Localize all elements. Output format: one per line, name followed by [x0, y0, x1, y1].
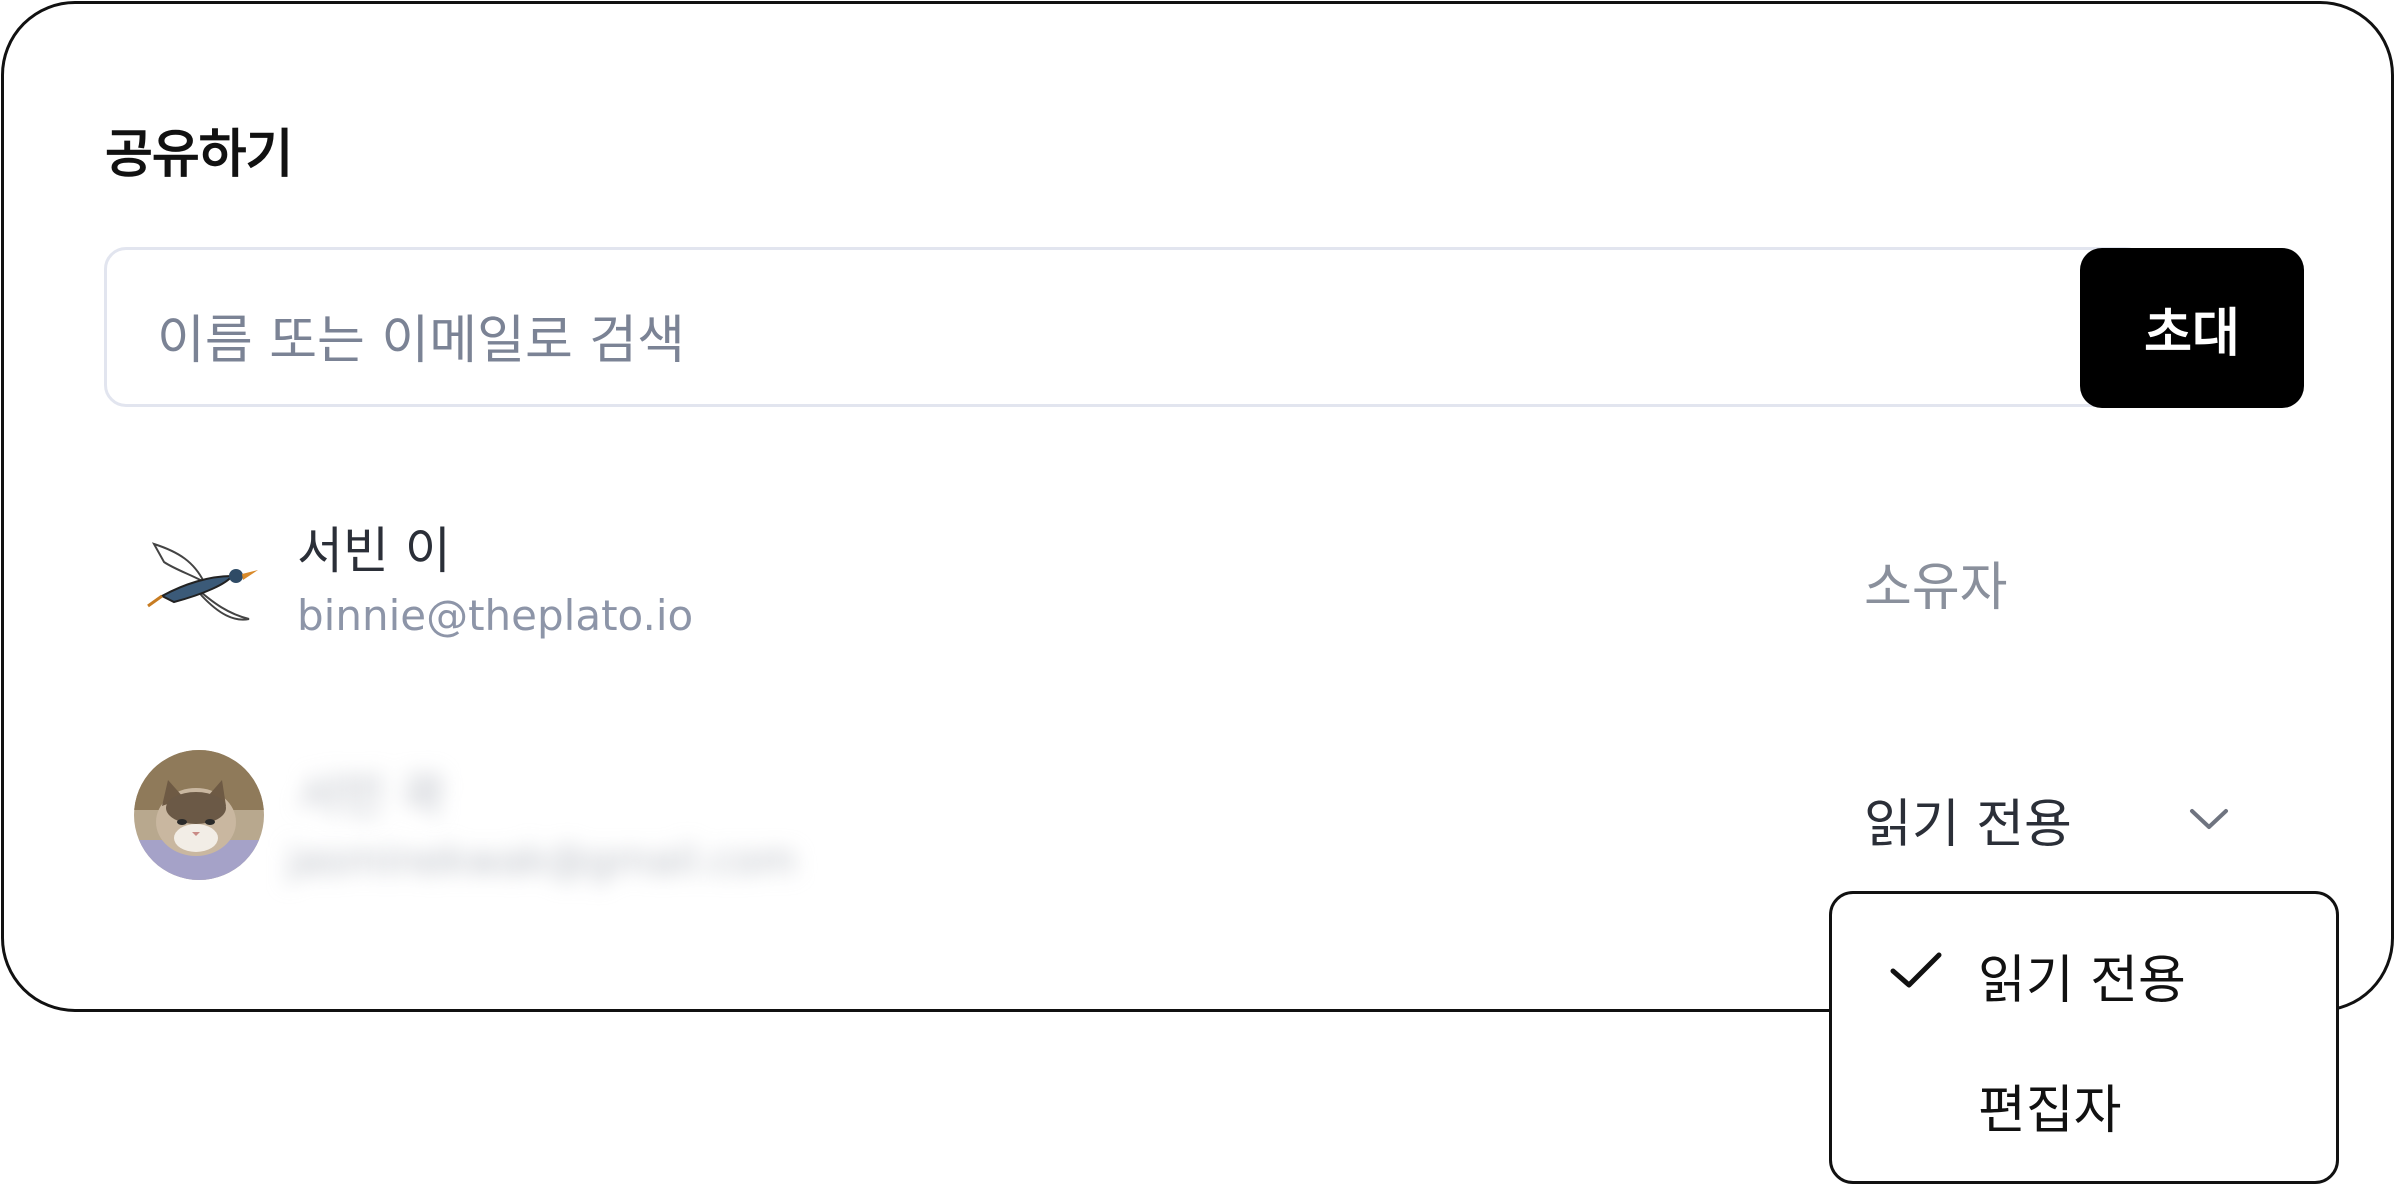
menu-item-label: 편집자	[1978, 1081, 2122, 1141]
menu-item-read-only[interactable]: 읽기 전용	[1832, 914, 2336, 1024]
bird-illustration-icon	[134, 514, 264, 644]
member-email-redacted: jasminekwak@gmail.com	[287, 838, 797, 884]
member-name: 서빈 이	[297, 522, 451, 580]
share-dialog: 공유하기 이름 또는 이메일로 검색 초대 서빈 이 binnie@thepla…	[1, 1, 2394, 1012]
chevron-down-icon[interactable]	[2186, 799, 2232, 839]
member-email: binnie@theplato.io	[297, 591, 694, 640]
menu-item-editor[interactable]: 편집자	[1832, 1044, 2336, 1154]
role-dropdown-label: 읽기 전용	[1864, 795, 2072, 855]
search-placeholder: 이름 또는 이메일로 검색	[157, 311, 685, 371]
role-dropdown-menu: 읽기 전용 편집자	[1829, 891, 2339, 1184]
check-icon	[1887, 949, 1945, 993]
cat-photo-avatar	[134, 750, 264, 880]
search-input[interactable]: 이름 또는 이메일로 검색	[104, 247, 2147, 407]
invite-button[interactable]: 초대	[2080, 248, 2304, 408]
dialog-title: 공유하기	[105, 125, 293, 185]
menu-item-label: 읽기 전용	[1978, 951, 2186, 1011]
role-dropdown[interactable]: 읽기 전용	[1864, 779, 2244, 859]
member-name-redacted: 서민 곽	[297, 768, 445, 824]
member-role-label: 소유자	[1864, 558, 2008, 618]
share-page: 공유하기 이름 또는 이메일로 검색 초대 서빈 이 binnie@thepla…	[0, 0, 2400, 1186]
